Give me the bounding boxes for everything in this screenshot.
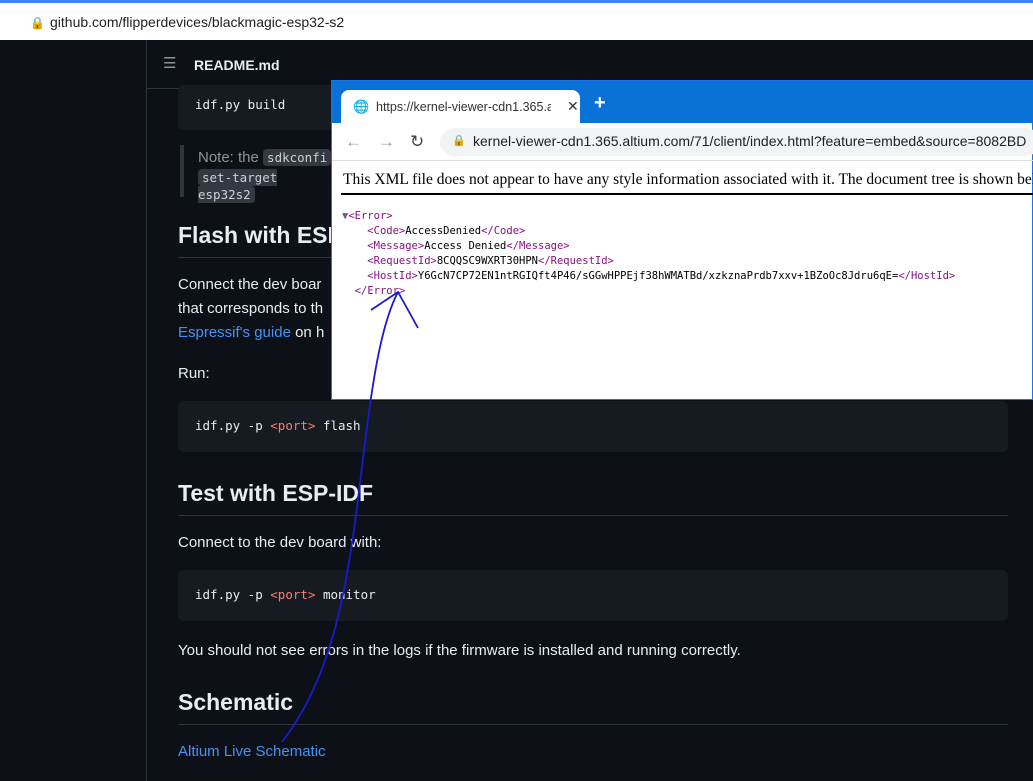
close-tab-icon[interactable]: ✕: [567, 98, 579, 115]
xml-tree: ▼<Error> <Code>AccessDenied</Code> <Mess…: [342, 210, 956, 297]
xml-request-id: 8CQQSC9WXRT30HPN: [436, 255, 538, 267]
code-block-flash: idf.py -p <port> flash: [178, 401, 1008, 452]
xml-style-message: This XML file does not appear to have an…: [343, 171, 1033, 188]
popup-url[interactable]: kernel-viewer-cdn1.365.altium.com/71/cli…: [473, 133, 1026, 149]
lock-icon: 🔒: [30, 16, 45, 30]
code-text: idf.py -p: [195, 418, 271, 433]
lock-icon: 🔒: [452, 135, 466, 147]
text: on h: [290, 324, 325, 341]
code-block-monitor: idf.py -p <port> monitor: [178, 570, 1008, 621]
popup-browser-window: 🌐 https://kernel-viewer-cdn1.365.altium.…: [331, 80, 1033, 400]
logs-paragraph: You should not see errors in the logs if…: [178, 642, 741, 659]
code-token: <port>: [270, 418, 316, 433]
text: Connect the dev boar: [178, 276, 322, 293]
xml-code: AccessDenied: [405, 225, 482, 237]
altium-live-schematic-link[interactable]: Altium Live Schematic: [178, 743, 326, 760]
inline-code: sdkconfi: [263, 149, 332, 166]
xml-tag: Error: [354, 210, 387, 222]
readme-title: README.md: [194, 57, 280, 73]
inline-code: set-target esp32s2: [198, 169, 278, 203]
reload-icon[interactable]: ↻: [410, 132, 424, 152]
code-text: flash: [315, 418, 361, 433]
heading-schematic: Schematic: [178, 689, 1008, 725]
browser-address-bar[interactable]: 🔒 github.com/flipperdevices/blackmagic-e…: [0, 0, 1033, 40]
new-tab-icon[interactable]: +: [594, 92, 606, 115]
tab-title: https://kernel-viewer-cdn1.365.altium.co…: [376, 100, 551, 114]
flash-paragraph: Connect the dev boar that corresponds to…: [178, 273, 324, 345]
note-blockquote: Note: the sdkconfi set-target esp32s2: [180, 145, 340, 203]
code-text: idf.py -p: [195, 587, 271, 602]
list-icon[interactable]: ☰: [163, 54, 176, 72]
code-text: monitor: [315, 587, 376, 602]
test-paragraph: Connect to the dev board with:: [178, 534, 382, 551]
url-text[interactable]: github.com/flipperdevices/blackmagic-esp…: [50, 14, 344, 30]
popup-address-bar[interactable]: 🔒 kernel-viewer-cdn1.365.altium.com/71/cl…: [440, 128, 1033, 156]
run-label: Run:: [178, 365, 210, 382]
divider: [341, 193, 1033, 195]
espressif-guide-link[interactable]: Espressif's guide: [178, 324, 291, 341]
popup-tab[interactable]: 🌐 https://kernel-viewer-cdn1.365.altium.…: [341, 90, 580, 124]
divider: [146, 40, 147, 781]
note-text: Note: the: [198, 149, 264, 166]
code-text: idf.py build: [195, 97, 286, 112]
heading-test: Test with ESP-IDF: [178, 480, 1008, 516]
popup-titlebar: 🌐 https://kernel-viewer-cdn1.365.altium.…: [332, 81, 1033, 124]
globe-icon: 🌐: [353, 99, 370, 114]
xml-tag: Error: [367, 285, 399, 297]
forward-icon[interactable]: →: [378, 132, 395, 152]
popup-toolbar: ← → ↻ 🔒 kernel-viewer-cdn1.365.altium.com…: [332, 123, 1033, 161]
back-icon[interactable]: ←: [345, 132, 362, 152]
xml-message: Access Denied: [424, 240, 507, 252]
text: that corresponds to th: [178, 300, 324, 317]
code-token: <port>: [270, 587, 316, 602]
xml-host-id: Y6GcN7CP72EN1ntRGIQft4P46/sGGwHPPEjf38hW…: [417, 270, 899, 282]
